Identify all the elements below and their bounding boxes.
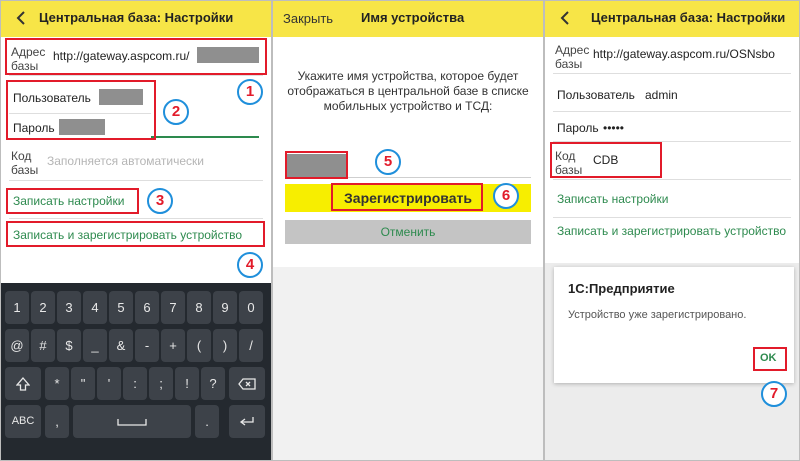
comma-key[interactable]: , — [45, 405, 69, 438]
save-settings-link[interactable]: Записать настройки — [557, 192, 668, 206]
key[interactable]: * — [45, 367, 69, 400]
header-bar: Закрыть Имя устройства — [273, 1, 543, 37]
password-label: Пароль — [557, 121, 599, 135]
key[interactable]: " — [71, 367, 95, 400]
key[interactable]: & — [109, 329, 133, 362]
annotation-box-4 — [6, 221, 265, 247]
backspace-icon — [238, 377, 256, 390]
enter-icon — [239, 416, 254, 426]
back-arrow-icon[interactable] — [13, 8, 31, 28]
annotation-box-5 — [285, 151, 348, 179]
key[interactable]: 6 — [135, 291, 159, 324]
key[interactable]: ( — [187, 329, 211, 362]
annotation-box-2 — [6, 80, 156, 140]
cancel-button[interactable]: Отменить — [285, 220, 531, 244]
annotation-badge-5: 5 — [375, 149, 401, 175]
header-bar: Центральная база: Настройки — [1, 1, 271, 37]
key[interactable]: _ — [83, 329, 107, 362]
key[interactable]: 7 — [161, 291, 185, 324]
annotation-box-7 — [753, 347, 787, 371]
key[interactable]: 9 — [213, 291, 237, 324]
abc-key[interactable]: ABC — [5, 405, 41, 438]
key[interactable]: + — [161, 329, 185, 362]
page-title: Центральная база: Настройки — [591, 10, 786, 25]
space-icon — [117, 418, 147, 426]
annotation-badge-7: 7 — [761, 381, 787, 407]
key[interactable]: 0 — [239, 291, 263, 324]
key[interactable]: 8 — [187, 291, 211, 324]
enter-key[interactable] — [229, 405, 265, 438]
key[interactable]: - — [135, 329, 159, 362]
key[interactable]: $ — [57, 329, 81, 362]
space-key[interactable] — [73, 405, 191, 438]
address-field[interactable]: http://gateway.aspcom.ru/OSNsbo — [593, 47, 775, 61]
annotation-badge-4: 4 — [237, 252, 263, 278]
annotation-box-code — [550, 142, 662, 178]
back-arrow-icon[interactable] — [557, 8, 575, 28]
key[interactable]: # — [31, 329, 55, 362]
annotation-badge-1: 1 — [237, 79, 263, 105]
password-field[interactable]: ••••• — [603, 121, 624, 135]
settings-registered-panel: Центральная база: Настройки Адрес базы h… — [544, 0, 800, 461]
key[interactable]: @ — [5, 329, 29, 362]
dialog-message: Устройство уже зарегистрировано. — [568, 309, 747, 321]
key[interactable]: 1 — [5, 291, 29, 324]
key[interactable]: ) — [213, 329, 237, 362]
device-name-panel: Закрыть Имя устройства Укажите имя устро… — [272, 0, 544, 461]
page-title: Имя устройства — [361, 10, 465, 25]
backspace-key[interactable] — [229, 367, 265, 400]
key[interactable]: 2 — [31, 291, 55, 324]
key[interactable]: ' — [97, 367, 121, 400]
password-focus-underline — [151, 136, 259, 138]
key[interactable]: 4 — [83, 291, 107, 324]
key[interactable]: 3 — [57, 291, 81, 324]
code-field[interactable]: Заполняется автоматически — [47, 154, 204, 168]
numeric-keyboard: 1 2 3 4 5 6 7 8 9 0 @ # $ _ & - + ( ) / … — [1, 283, 271, 460]
shift-icon — [16, 376, 30, 391]
key[interactable]: ! — [175, 367, 199, 400]
annotation-box-1 — [5, 38, 267, 75]
key[interactable]: ; — [149, 367, 173, 400]
address-label: Адрес базы — [555, 43, 590, 71]
key[interactable]: / — [239, 329, 263, 362]
user-label: Пользователь — [557, 88, 635, 102]
code-label: Код базы — [11, 149, 39, 177]
close-button[interactable]: Закрыть — [283, 11, 333, 26]
save-and-register-link[interactable]: Записать и зарегистрировать устройство — [557, 224, 786, 238]
annotation-box-3 — [6, 188, 139, 214]
key[interactable]: 5 — [109, 291, 133, 324]
page-title: Центральная база: Настройки — [39, 10, 234, 25]
settings-screen-panel: Центральная база: Настройки Адрес базы h… — [0, 0, 272, 461]
annotation-badge-3: 3 — [147, 188, 173, 214]
shift-key[interactable] — [5, 367, 41, 400]
annotation-box-6 — [331, 183, 483, 211]
annotation-badge-2: 2 — [163, 99, 189, 125]
instruction-text: Укажите имя устройства, которое будет от… — [287, 69, 529, 113]
annotation-badge-6: 6 — [493, 183, 519, 209]
key[interactable]: ? — [201, 367, 225, 400]
user-field[interactable]: admin — [645, 88, 678, 102]
period-key[interactable]: . — [195, 405, 219, 438]
key[interactable]: : — [123, 367, 147, 400]
header-bar: Центральная база: Настройки — [545, 1, 799, 37]
dialog-title: 1С:Предприятие — [568, 281, 675, 296]
